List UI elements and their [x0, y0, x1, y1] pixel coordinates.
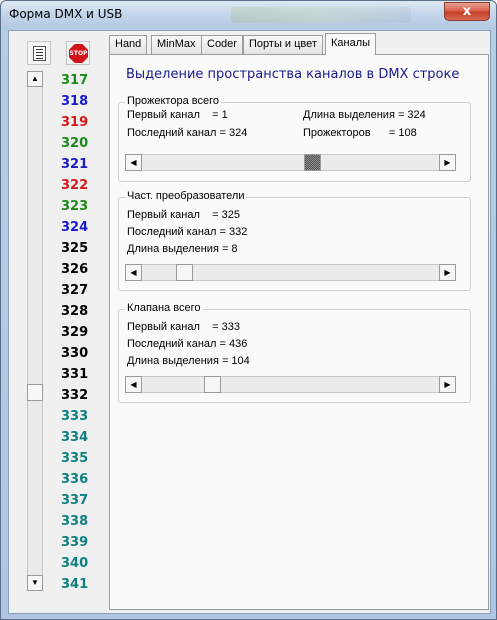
tab-minmax[interactable]: MinMax: [151, 35, 202, 54]
tab-ports-and-color[interactable]: Порты и цвет: [243, 35, 323, 54]
projectors-count: Прожекторов = 108: [303, 127, 417, 139]
projectors-selection-length: Длина выделения = 324: [303, 109, 426, 121]
stop-button[interactable]: STOP: [66, 41, 90, 65]
channel-number: 328: [61, 304, 89, 319]
channel-number: 332: [61, 388, 89, 403]
channel-number: 318: [61, 94, 89, 109]
scrollbar-thumb[interactable]: [27, 383, 43, 401]
channel-number: 320: [61, 136, 89, 151]
scroll-left-arrow-icon[interactable]: ◀: [125, 154, 142, 171]
main-window: Форма DMX и USB x STOP ▲ ▼ 317 318 319 320 3…: [0, 0, 497, 620]
converters-selection-length: Длина выделения = 8: [127, 243, 238, 255]
frequency-converters-group: Част. преобразователи Первый канал = 325…: [118, 190, 471, 291]
channel-number: 329: [61, 325, 89, 340]
projectors-scrollbar[interactable]: ◀ ▶: [125, 154, 456, 171]
tab-hand[interactable]: Hand: [109, 35, 148, 54]
channel-number: 338: [61, 514, 89, 529]
channel-number: 322: [61, 178, 89, 193]
projectors-group: Прожектора всего Первый канал = 1 Послед…: [118, 95, 471, 182]
scroll-right-arrow-icon[interactable]: ▶: [439, 376, 456, 393]
channel-number: 341: [61, 577, 89, 592]
stop-sign-icon: STOP: [69, 44, 88, 63]
channel-number: 327: [61, 283, 89, 298]
channel-number: 325: [61, 241, 89, 256]
valves-group: Клапана всего Первый канал = 333 Последн…: [118, 302, 471, 403]
channels-tab-panel: Выделение пространства каналов в DMX стр…: [109, 54, 489, 610]
scrollbar-thumb[interactable]: [175, 264, 193, 281]
channel-number: 339: [61, 535, 89, 550]
channel-number: 334: [61, 430, 89, 445]
converters-last-channel: Последний канал = 332: [127, 226, 248, 238]
scroll-up-arrow-icon[interactable]: ▲: [27, 71, 43, 87]
channel-number: 340: [61, 556, 89, 571]
valves-selection-length: Длина выделения = 104: [127, 355, 250, 367]
tab-control: Hand MinMax Coder Порты и цвет Каналы Вы…: [109, 33, 489, 610]
channel-number: 321: [61, 157, 89, 172]
channel-number: 326: [61, 262, 89, 277]
list-icon: [33, 46, 46, 61]
channel-number: 335: [61, 451, 89, 466]
channel-number: 317: [61, 73, 89, 88]
projectors-group-title: Прожектора всего: [125, 95, 221, 107]
client-area: STOP ▲ ▼ 317 318 319 320 321 322 323 324 325 326 3…: [8, 30, 491, 614]
tab-coder[interactable]: Coder: [201, 35, 243, 54]
converters-first-channel: Первый канал = 325: [127, 209, 240, 221]
scroll-right-arrow-icon[interactable]: ▶: [439, 154, 456, 171]
close-button[interactable]: x: [444, 2, 490, 21]
window-title: Форма DMX и USB: [9, 7, 123, 21]
scroll-down-arrow-icon[interactable]: ▼: [27, 575, 43, 591]
converters-group-title: Част. преобразователи: [125, 190, 247, 202]
channel-list: 317 318 319 320 321 322 323 324 325 326 327 328 329 3…: [61, 70, 101, 595]
projectors-last-channel: Последний канал = 324: [127, 127, 248, 139]
converters-scrollbar[interactable]: ◀ ▶: [125, 264, 456, 281]
valves-first-channel: Первый канал = 333: [127, 321, 240, 333]
projectors-first-channel: Первый канал = 1: [127, 109, 228, 121]
title-bar-background-decoration: [231, 7, 411, 23]
scrollbar-thumb[interactable]: [304, 154, 322, 171]
tab-channels[interactable]: Каналы: [325, 33, 377, 55]
channel-number: 330: [61, 346, 89, 361]
valves-last-channel: Последний канал = 436: [127, 338, 248, 350]
scrollbar-thumb[interactable]: [203, 376, 221, 393]
channel-number: 333: [61, 409, 89, 424]
channel-number: 337: [61, 493, 89, 508]
list-button[interactable]: [27, 41, 51, 65]
channel-list-scrollbar[interactable]: ▲ ▼: [27, 71, 43, 591]
left-panel: STOP ▲ ▼ 317 318 319 320 321 322 323 324 325 326 3…: [9, 31, 107, 613]
channel-number: 331: [61, 367, 89, 382]
channel-number: 336: [61, 472, 89, 487]
valves-scrollbar[interactable]: ◀ ▶: [125, 376, 456, 393]
channel-number: 319: [61, 115, 89, 130]
scroll-left-arrow-icon[interactable]: ◀: [125, 376, 142, 393]
scroll-right-arrow-icon[interactable]: ▶: [439, 264, 456, 281]
scroll-left-arrow-icon[interactable]: ◀: [125, 264, 142, 281]
valves-group-title: Клапана всего: [125, 302, 203, 314]
title-bar[interactable]: Форма DMX и USB x: [1, 1, 496, 29]
panel-heading: Выделение пространства каналов в DMX стр…: [126, 67, 460, 82]
channel-number: 324: [61, 220, 89, 235]
channel-number: 323: [61, 199, 89, 214]
